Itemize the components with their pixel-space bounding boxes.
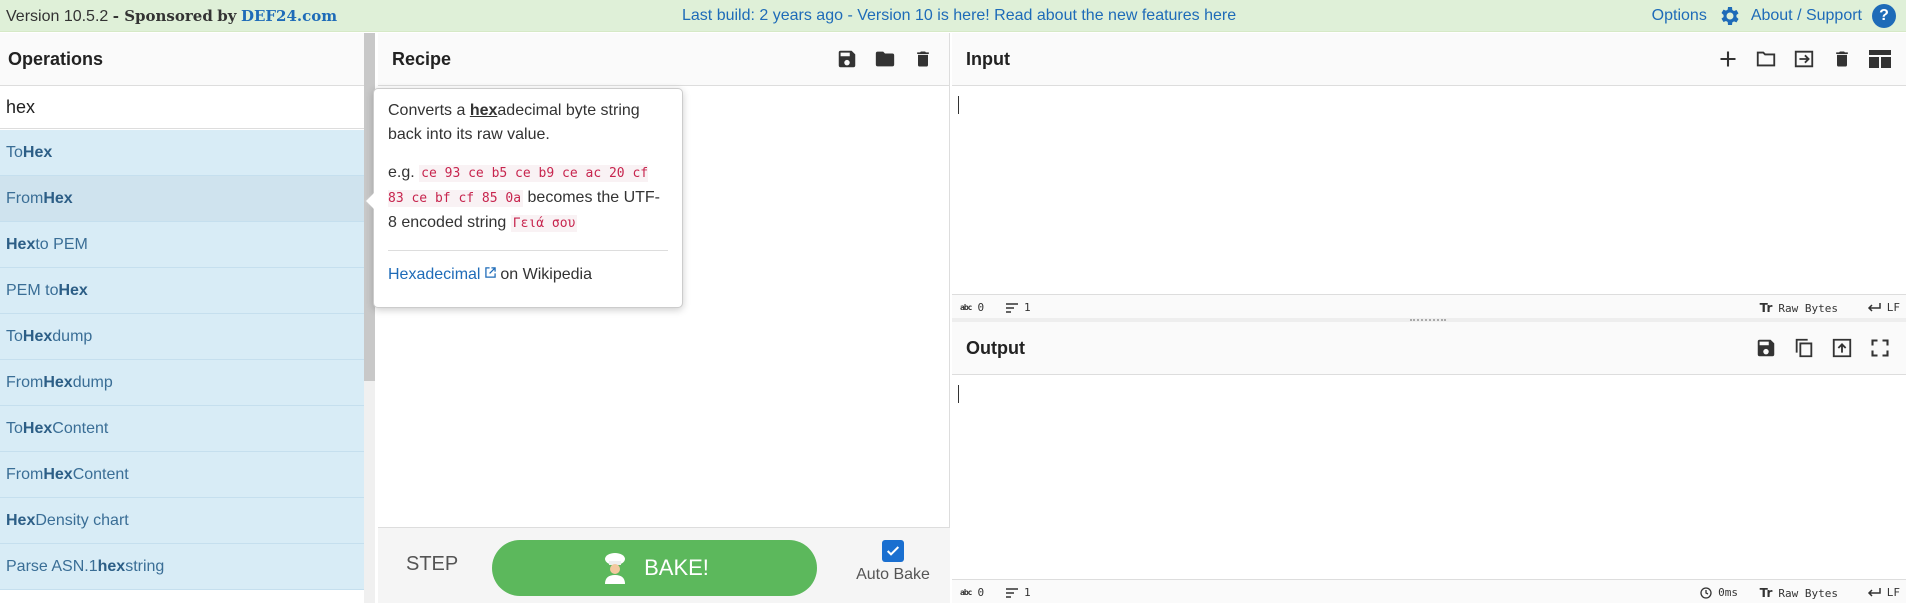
build-text: Last build: 2 years ago - Version 10 is … xyxy=(682,7,1200,24)
op-item-hex-to-pem[interactable]: Hex to PEM xyxy=(0,222,364,268)
operations-list: To Hex From Hex Hex to PEM PEM to Hex To… xyxy=(0,130,364,603)
step-button[interactable]: STEP xyxy=(406,553,458,576)
folder-icon[interactable] xyxy=(873,47,897,71)
sponsored-label: - Sponsored xyxy=(112,7,213,25)
input-encoding[interactable]: Tr Raw Bytes xyxy=(1760,301,1838,315)
bake-button[interactable]: BAKE! xyxy=(492,540,817,596)
operations-search-input[interactable]: hex xyxy=(0,86,374,129)
recipe-header: Recipe xyxy=(378,33,949,86)
input-line-count: 1 xyxy=(1006,301,1031,314)
resize-grip[interactable] xyxy=(1410,319,1446,321)
options-link[interactable]: Options xyxy=(1652,7,1707,25)
about-support-link[interactable]: About / Support xyxy=(1751,7,1862,25)
sponsored-by: by xyxy=(217,7,237,25)
recipe-footer: STEP BAKE! Auto Bake xyxy=(378,527,950,603)
top-banner: Version 10.5.2 - Sponsored by DEF24.com … xyxy=(0,0,1906,32)
op-item-from-hexdump[interactable]: From Hex dump xyxy=(0,360,364,406)
output-encoding[interactable]: Tr Raw Bytes xyxy=(1760,586,1838,600)
recipe-title: Recipe xyxy=(392,48,452,69)
output-textarea[interactable] xyxy=(952,375,1906,579)
chef-icon xyxy=(605,553,626,584)
input-textarea[interactable] xyxy=(952,86,1906,294)
input-header: Input xyxy=(952,33,1906,86)
output-header: Output xyxy=(952,322,1906,375)
popover-divider xyxy=(388,250,668,251)
popover-example: e.g. ce 93 ce b5 ce b9 ce ac 20 cf 83 ce… xyxy=(388,164,660,232)
output-title: Output xyxy=(966,337,1025,358)
operation-description-popover: Converts a hexadecimal byte string back … xyxy=(373,88,683,308)
lines-icon xyxy=(1006,302,1018,313)
clock-icon xyxy=(1700,586,1712,599)
checkbox-checked-icon[interactable] xyxy=(882,540,904,562)
version-info: Version 10.5.2 - Sponsored by DEF24.com xyxy=(6,7,337,26)
build-notice: Last build: 2 years ago - Version 10 is … xyxy=(682,7,1236,25)
input-panel: Input abc 0 1 Tr Raw Bytes LF xyxy=(952,33,1906,318)
output-char-count: abc 0 xyxy=(960,586,985,599)
copy-icon[interactable] xyxy=(1792,336,1816,360)
op-item-to-hex[interactable]: To Hex xyxy=(0,130,364,176)
input-status-bar: abc 0 1 Tr Raw Bytes LF xyxy=(952,294,1906,318)
output-status-bar: abc 0 1 0ms Tr Raw Bytes LF xyxy=(952,579,1906,603)
lines-icon xyxy=(1006,587,1018,598)
input-title: Input xyxy=(966,48,1010,69)
op-item-parse-asn1-hex-string[interactable]: Parse ASN.1 hex string xyxy=(0,544,364,590)
help-icon[interactable]: ? xyxy=(1872,4,1896,28)
op-item-hex-density-chart[interactable]: Hex Density chart xyxy=(0,498,364,544)
output-line-count: 1 xyxy=(1006,586,1031,599)
operations-title: Operations xyxy=(0,33,374,86)
op-item-pem-to-hex[interactable]: PEM to Hex xyxy=(0,268,364,314)
sponsor-link[interactable]: DEF24.com xyxy=(241,7,337,25)
operations-panel: Operations hex To Hex From Hex Hex to PE… xyxy=(0,33,375,603)
op-item-to-hexdump[interactable]: To Hex dump xyxy=(0,314,364,360)
trash-icon[interactable] xyxy=(1830,47,1854,71)
auto-bake-label: Auto Bake xyxy=(856,566,930,583)
open-file-icon[interactable] xyxy=(1792,47,1816,71)
return-icon xyxy=(1867,302,1881,312)
output-bake-time: 0ms xyxy=(1700,586,1738,599)
save-icon[interactable] xyxy=(835,47,859,71)
add-tab-icon[interactable] xyxy=(1716,47,1740,71)
op-item-to-hex-content[interactable]: To Hex Content xyxy=(0,406,364,452)
auto-bake-toggle[interactable]: Auto Bake xyxy=(848,540,938,584)
open-folder-icon[interactable] xyxy=(1754,47,1778,71)
replace-input-icon[interactable] xyxy=(1830,336,1854,360)
gear-icon[interactable] xyxy=(1717,4,1741,28)
op-item-from-hex[interactable]: From Hex xyxy=(0,176,364,222)
text-caret xyxy=(958,385,959,403)
version-label: Version 10.5.2 xyxy=(6,8,109,25)
op-item-from-hex-content[interactable]: From Hex Content xyxy=(0,452,364,498)
external-link-icon xyxy=(485,267,496,278)
popover-arrow-inner xyxy=(366,192,375,210)
return-icon xyxy=(1867,587,1881,597)
example-result-code: Γειά σου xyxy=(510,215,578,232)
save-icon[interactable] xyxy=(1754,336,1778,360)
build-link[interactable]: here xyxy=(1204,7,1236,24)
output-panel: Output abc 0 1 0ms Tr Raw Bytes LF xyxy=(952,322,1906,603)
popover-description: Converts a hexadecimal byte string back … xyxy=(388,102,640,143)
input-char-count: abc 0 xyxy=(960,301,985,314)
maximize-icon[interactable] xyxy=(1868,336,1892,360)
output-eol[interactable]: LF xyxy=(1867,586,1900,599)
popover-wiki: Hexadecimal on Wikipedia xyxy=(388,266,592,283)
trash-icon[interactable] xyxy=(911,47,935,71)
input-eol[interactable]: LF xyxy=(1867,301,1900,314)
bake-label: BAKE! xyxy=(644,555,709,580)
layout-icon[interactable] xyxy=(1868,47,1892,71)
wikipedia-link[interactable]: Hexadecimal xyxy=(388,266,480,283)
text-caret xyxy=(958,96,959,114)
